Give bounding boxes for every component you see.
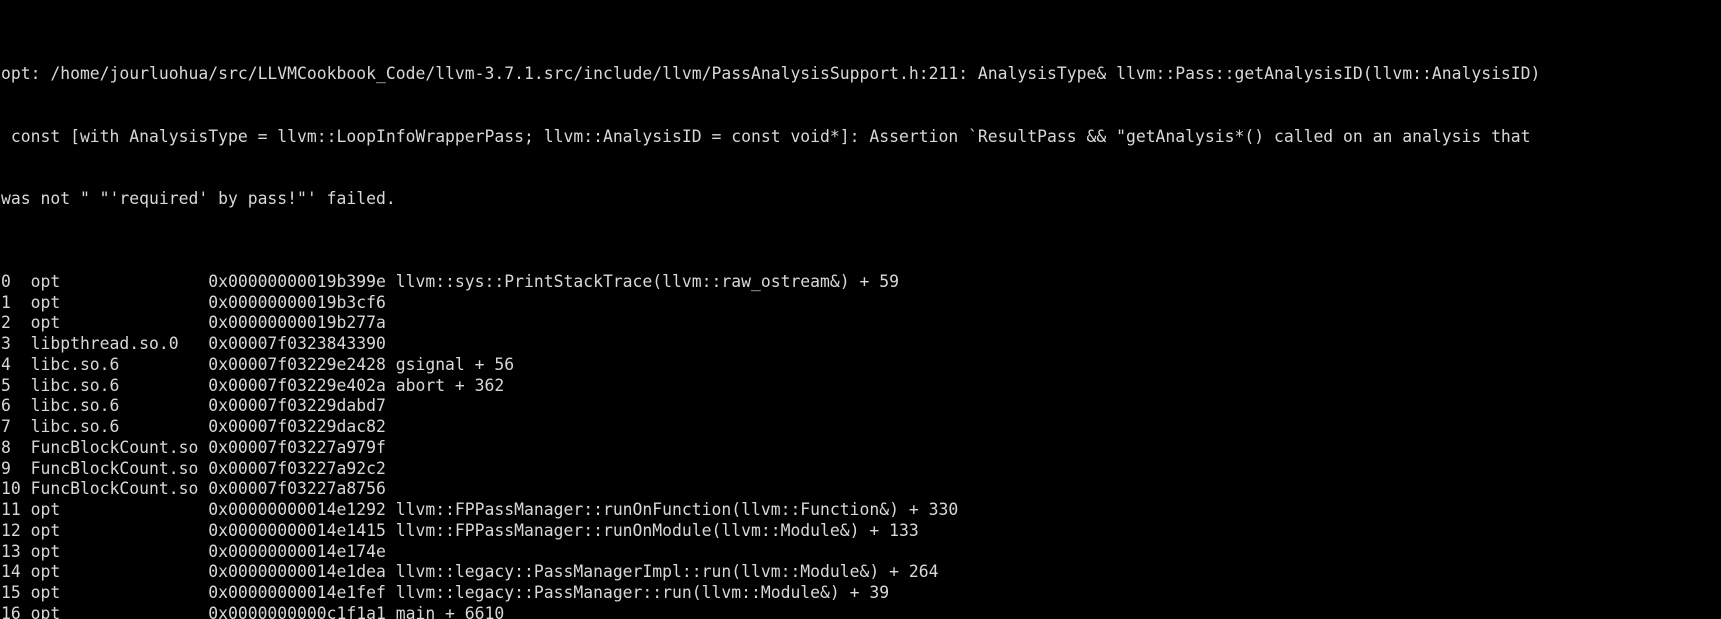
stack-frame-row: 6 libc.so.6 0x00007f03229dabd7 xyxy=(1,396,386,416)
stack-frame-row: 14 opt 0x00000000014e1dea llvm::legacy::… xyxy=(1,562,939,582)
stack-frame-row: 1 opt 0x00000000019b3cf6 xyxy=(1,292,386,312)
stack-frame-row: 7 libc.so.6 0x00007f03229dac82 xyxy=(1,417,386,436)
stack-frame-row: 4 libc.so.6 0x00007f03229e2428 gsignal +… xyxy=(1,354,515,374)
stack-frame-row: 11 opt 0x00000000014e1292 llvm::FPPassMa… xyxy=(1,500,959,519)
stack-frame-list: 0 opt 0x00000000019b399e llvm::sys::Prin… xyxy=(0,272,1721,619)
stack-frame-row: 10 FuncBlockCount.so 0x00007f03227a8756 xyxy=(1,479,386,499)
stack-frame-row: 3 libpthread.so.0 0x00007f0323843390 xyxy=(1,334,386,353)
stack-frame-row: 15 opt 0x00000000014e1fef llvm::legacy::… xyxy=(1,583,890,602)
stack-frame-row: 9 FuncBlockCount.so 0x00007f03227a92c2 xyxy=(1,458,386,478)
stack-frame-row: 0 opt 0x00000000019b399e llvm::sys::Prin… xyxy=(1,271,899,291)
assertion-line-3: was not " "'required' by pass!"' failed. xyxy=(1,188,396,208)
assertion-line-1: opt: /home/jourluohua/src/LLVMCookbook_C… xyxy=(1,64,1541,84)
terminal-output[interactable]: opt: /home/jourluohua/src/LLVMCookbook_C… xyxy=(0,0,1721,619)
stack-frame-row: 5 libc.so.6 0x00007f03229e402a abort + 3… xyxy=(1,375,505,395)
stack-frame-row: 13 opt 0x00000000014e174e xyxy=(1,541,386,561)
assertion-line-2: const [with AnalysisType = llvm::LoopInf… xyxy=(1,126,1531,146)
stack-frame-row: 16 opt 0x0000000000c1f1a1 main + 6610 xyxy=(1,603,505,619)
stack-frame-row: 2 opt 0x00000000019b277a xyxy=(1,313,386,333)
stack-frame-row: 12 opt 0x00000000014e1415 llvm::FPPassMa… xyxy=(1,520,919,540)
stack-frame-row: 8 FuncBlockCount.so 0x00007f03227a979f xyxy=(1,437,386,457)
